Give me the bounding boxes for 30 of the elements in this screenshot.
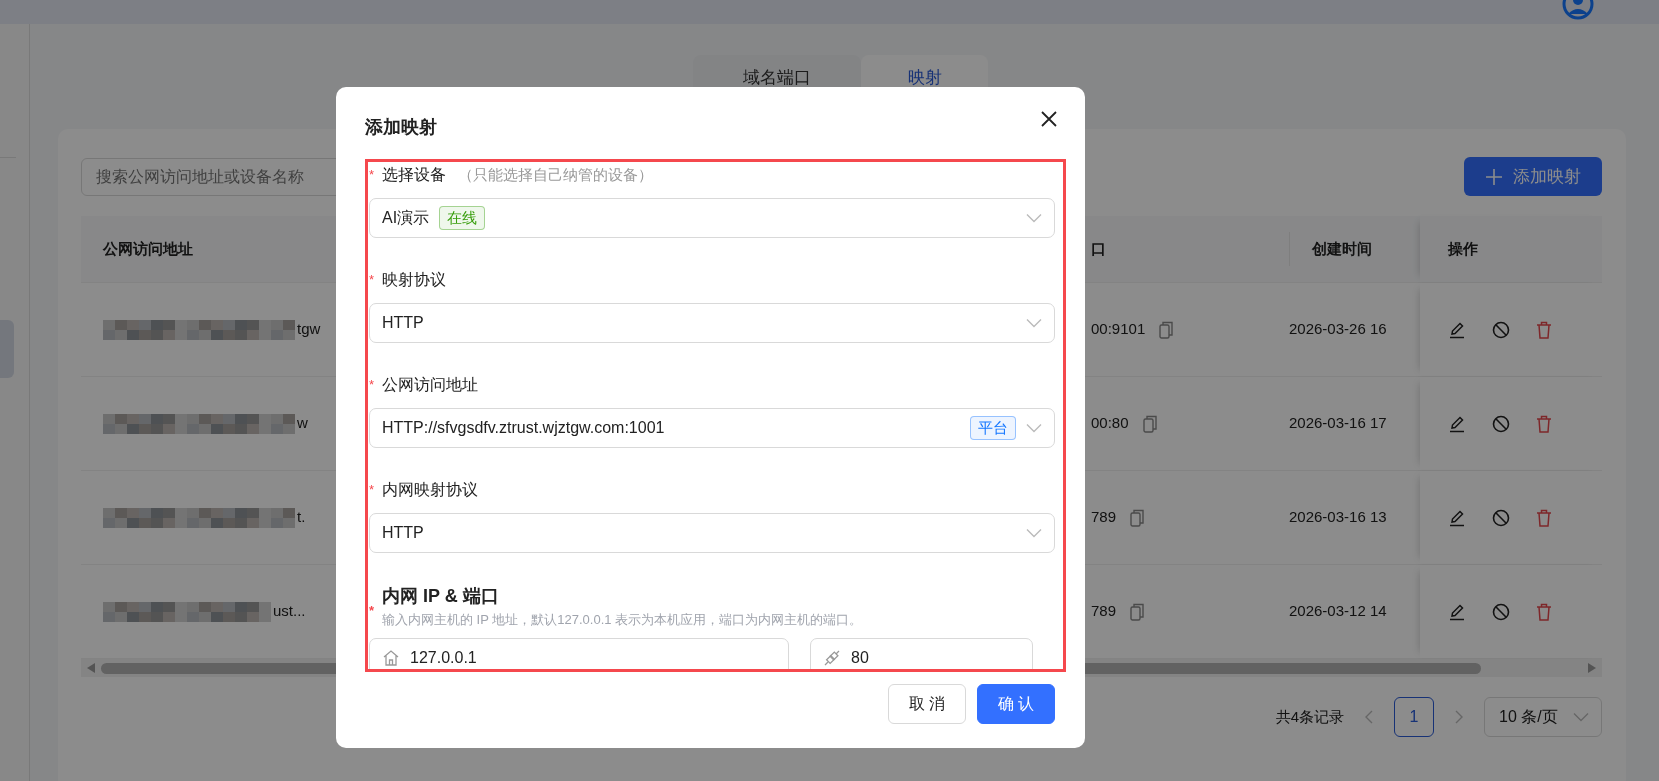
table-cell-text: tgw bbox=[297, 319, 321, 340]
field-label: 映射协议 bbox=[382, 270, 446, 290]
dialog-title: 添加映射 bbox=[365, 115, 437, 139]
column-header: 口 bbox=[1090, 238, 1107, 259]
field-description: 输入内网主机的 IP 地址，默认127.0.0.1 表示为本机应用，端口为内网主机的端口。 bbox=[381, 611, 864, 629]
required-mark: * bbox=[369, 601, 376, 620]
field-label: 内网 IP & 端口 bbox=[382, 584, 499, 608]
table-cell-text: 2026-03-12 14 bbox=[1289, 601, 1387, 622]
required-mark: * bbox=[369, 271, 376, 290]
table-cell-text: 789 bbox=[1091, 601, 1117, 622]
status-tag: 平台 bbox=[970, 416, 1016, 440]
table-cell-text: 00:9101 bbox=[1091, 319, 1146, 340]
table-cell-text: 00:80 bbox=[1091, 413, 1129, 434]
table-cell-text: 2026-03-16 13 bbox=[1289, 507, 1387, 528]
column-header: 操作 bbox=[1420, 216, 1602, 282]
table-cell-text: 2026-03-26 16 bbox=[1289, 319, 1387, 340]
field-label: 公网访问地址 bbox=[382, 375, 478, 395]
required-mark: * bbox=[369, 166, 376, 185]
table-cell-text: t. bbox=[297, 507, 306, 528]
field-label: 内网映射协议 bbox=[382, 480, 478, 500]
table-cell-text: 2026-03-16 17 bbox=[1289, 413, 1387, 434]
table-cell-text: w bbox=[297, 413, 308, 434]
required-mark: * bbox=[369, 481, 376, 500]
table-cell-text: 789 bbox=[1091, 507, 1117, 528]
required-mark: * bbox=[369, 376, 376, 395]
table-cell-text: ust... bbox=[273, 601, 306, 622]
field-label: 选择设备 bbox=[382, 165, 446, 185]
record-count: 共4条记录 bbox=[1275, 706, 1344, 727]
column-header: 公网访问地址 bbox=[101, 238, 194, 259]
status-tag: 在线 bbox=[439, 206, 486, 230]
